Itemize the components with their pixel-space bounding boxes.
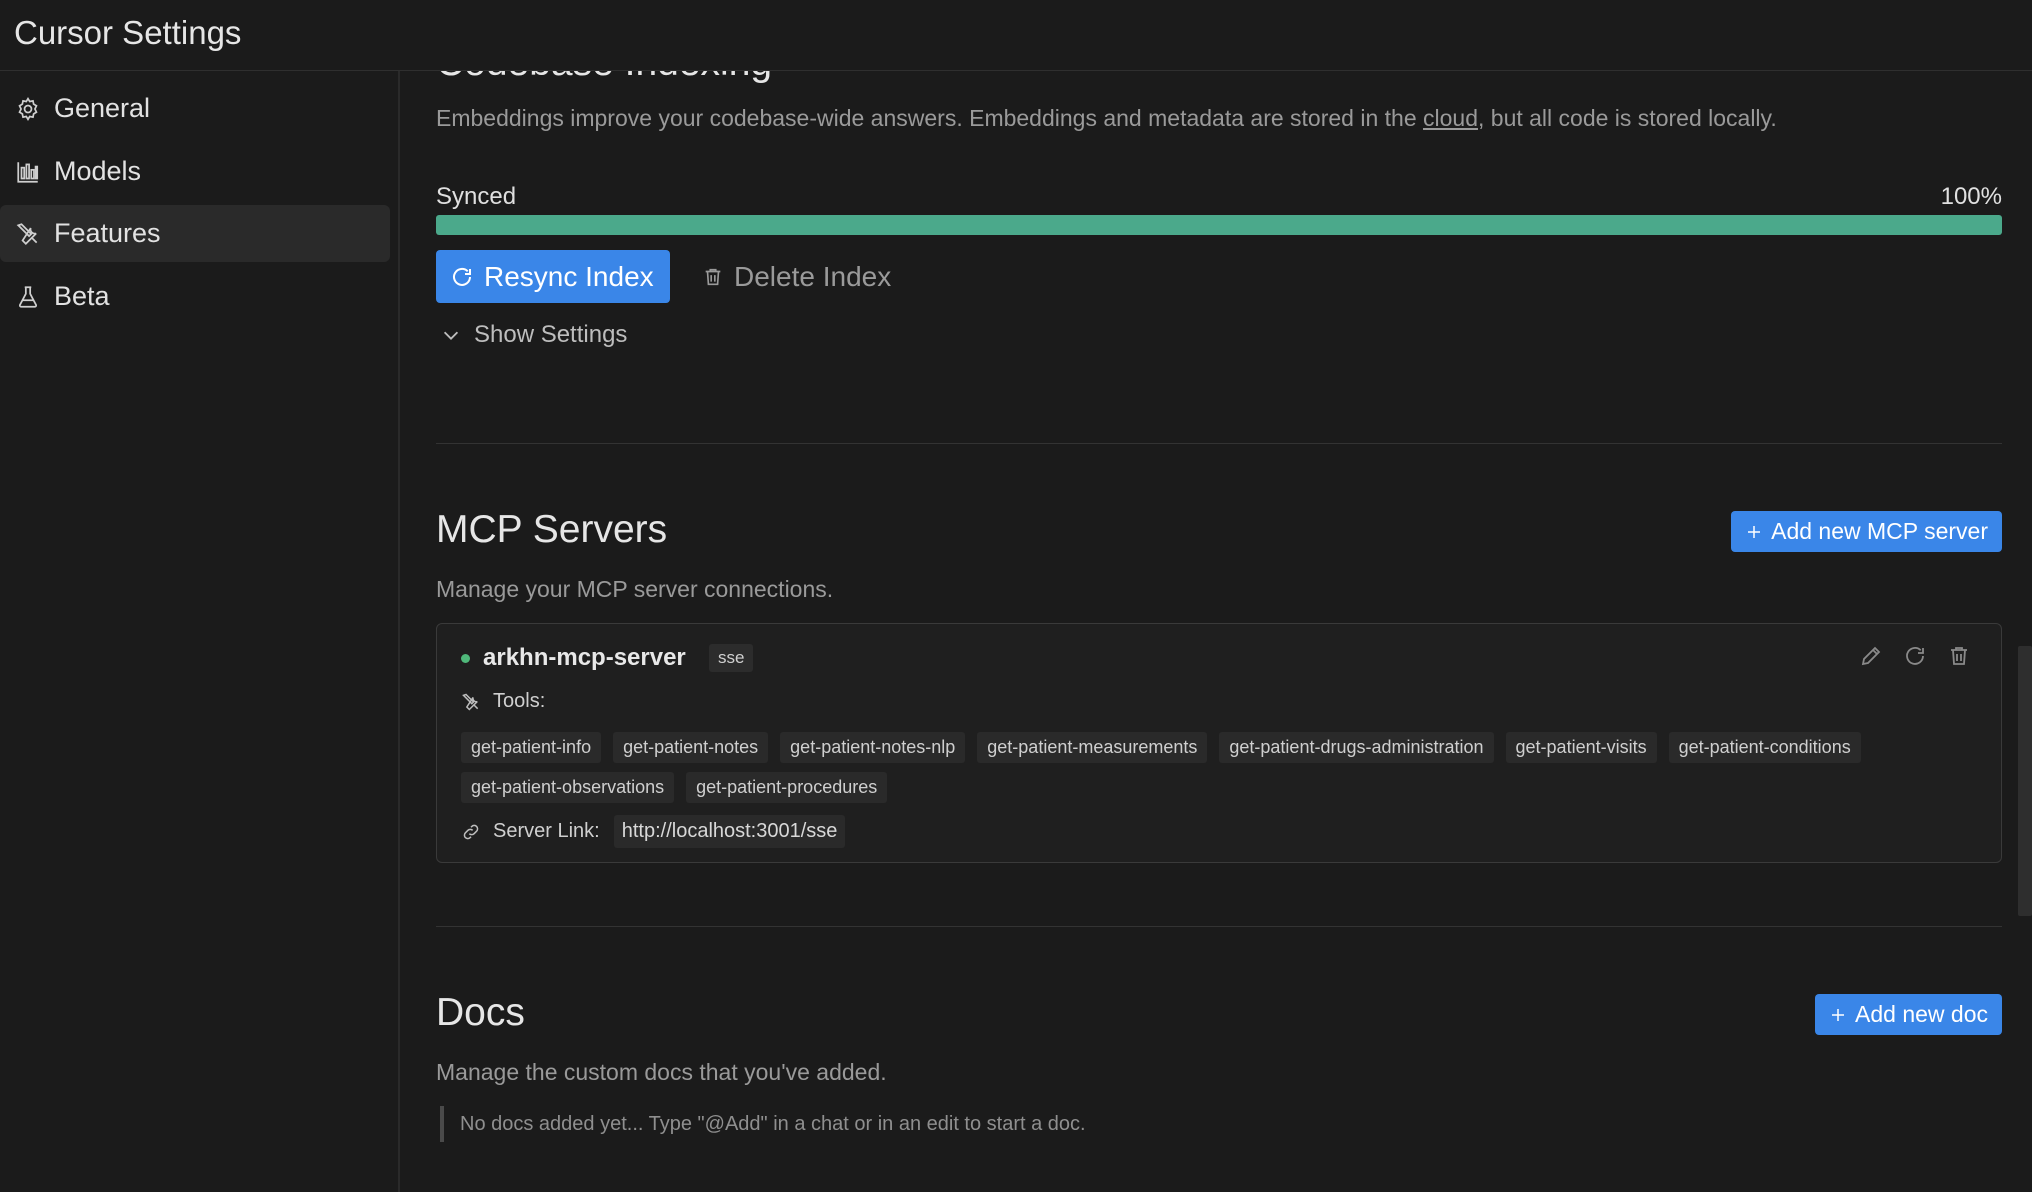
sync-progress-bar (436, 215, 2002, 235)
mcp-server-card: arkhn-mcp-server sse Tools: get-patient-… (436, 623, 2002, 863)
tools-icon (14, 220, 42, 248)
delete-index-button[interactable]: Delete Index (702, 250, 891, 303)
sync-status: Synced (436, 183, 517, 210)
trash-icon[interactable] (1947, 644, 1971, 668)
section-divider (436, 926, 2002, 927)
sidebar-item-label: Models (54, 156, 142, 186)
server-actions (1859, 644, 1971, 668)
delete-label: Delete Index (734, 260, 892, 292)
sidebar-item-features[interactable]: Features (0, 205, 390, 262)
settings-content: Codebase Indexing Embeddings improve you… (400, 71, 2032, 1192)
section-divider (436, 443, 2002, 444)
indexing-title: Codebase Indexing (436, 71, 772, 85)
edit-icon[interactable] (1859, 644, 1883, 668)
add-doc-label: Add new doc (1855, 1001, 1988, 1027)
show-settings-label: Show Settings (474, 321, 628, 348)
sidebar-item-models[interactable]: Models (0, 143, 390, 200)
add-doc-button[interactable]: Add new doc (1815, 994, 2002, 1035)
flask-icon (14, 283, 42, 311)
server-link-row: Server Link: http://localhost:3001/sse (461, 815, 846, 848)
scrollbar-thumb[interactable] (2018, 646, 2032, 916)
tools-header: Tools: (461, 690, 545, 713)
tools-label: Tools: (493, 690, 546, 712)
tool-chip: get-patient-procedures (686, 772, 888, 803)
mcp-title: MCP Servers (436, 508, 668, 551)
mcp-description: Manage your MCP server connections. (436, 576, 834, 602)
tool-chip: get-patient-notes-nlp (780, 732, 966, 763)
refresh-icon (450, 265, 474, 289)
tool-chip: get-patient-notes (613, 732, 769, 763)
tool-chip: get-patient-measurements (977, 732, 1208, 763)
bar-chart-icon (14, 158, 42, 186)
gear-icon (14, 95, 42, 123)
tool-chip: get-patient-observations (461, 772, 675, 803)
sidebar-item-general[interactable]: General (0, 80, 390, 137)
sidebar-item-label: Features (54, 218, 161, 248)
server-link-label: Server Link: (493, 820, 600, 842)
tool-chip: get-patient-info (461, 732, 602, 763)
status-dot (461, 654, 470, 663)
plus-icon (1745, 523, 1763, 541)
sidebar: General Models Features Beta (0, 71, 400, 1192)
resync-label: Resync Index (484, 260, 654, 292)
server-link-value[interactable]: http://localhost:3001/sse (613, 815, 846, 848)
tools-icon (461, 692, 481, 712)
add-mcp-server-button[interactable]: Add new MCP server (1731, 511, 2002, 552)
sidebar-item-label: General (54, 93, 151, 123)
app-title: Cursor Settings (14, 14, 242, 51)
description-text: Embeddings improve your codebase-wide an… (436, 105, 1424, 131)
show-settings-toggle[interactable]: Show Settings (440, 321, 627, 349)
tool-list: get-patient-info get-patient-notes get-pat… (461, 732, 1891, 812)
plus-icon (1829, 1006, 1847, 1024)
trash-icon (702, 266, 724, 288)
sync-progress-fill (436, 215, 2002, 235)
sidebar-item-label: Beta (54, 281, 110, 311)
sync-percent: 100% (1940, 183, 2002, 210)
resync-index-button[interactable]: Resync Index (436, 250, 670, 303)
add-mcp-label: Add new MCP server (1771, 518, 1988, 544)
server-name: arkhn-mcp-server (483, 644, 686, 671)
tool-chip: get-patient-conditions (1668, 732, 1861, 763)
docs-empty-message: No docs added yet... Type "@Add" in a ch… (440, 1106, 1086, 1142)
cloud-link[interactable]: cloud (1423, 105, 1478, 131)
description-text: , but all code is stored locally. (1478, 105, 1777, 131)
title-bar: Cursor Settings (0, 0, 2032, 71)
refresh-icon[interactable] (1903, 644, 1927, 668)
tool-chip: get-patient-visits (1505, 732, 1657, 763)
link-icon (461, 822, 481, 842)
docs-title: Docs (436, 991, 525, 1034)
sidebar-item-beta[interactable]: Beta (0, 268, 390, 325)
tool-chip: get-patient-drugs-administration (1219, 732, 1494, 763)
indexing-description: Embeddings improve your codebase-wide an… (436, 105, 1777, 132)
chevron-down-icon (440, 324, 462, 346)
server-type-badge: sse (709, 644, 754, 672)
docs-description: Manage the custom docs that you've added… (436, 1059, 887, 1085)
